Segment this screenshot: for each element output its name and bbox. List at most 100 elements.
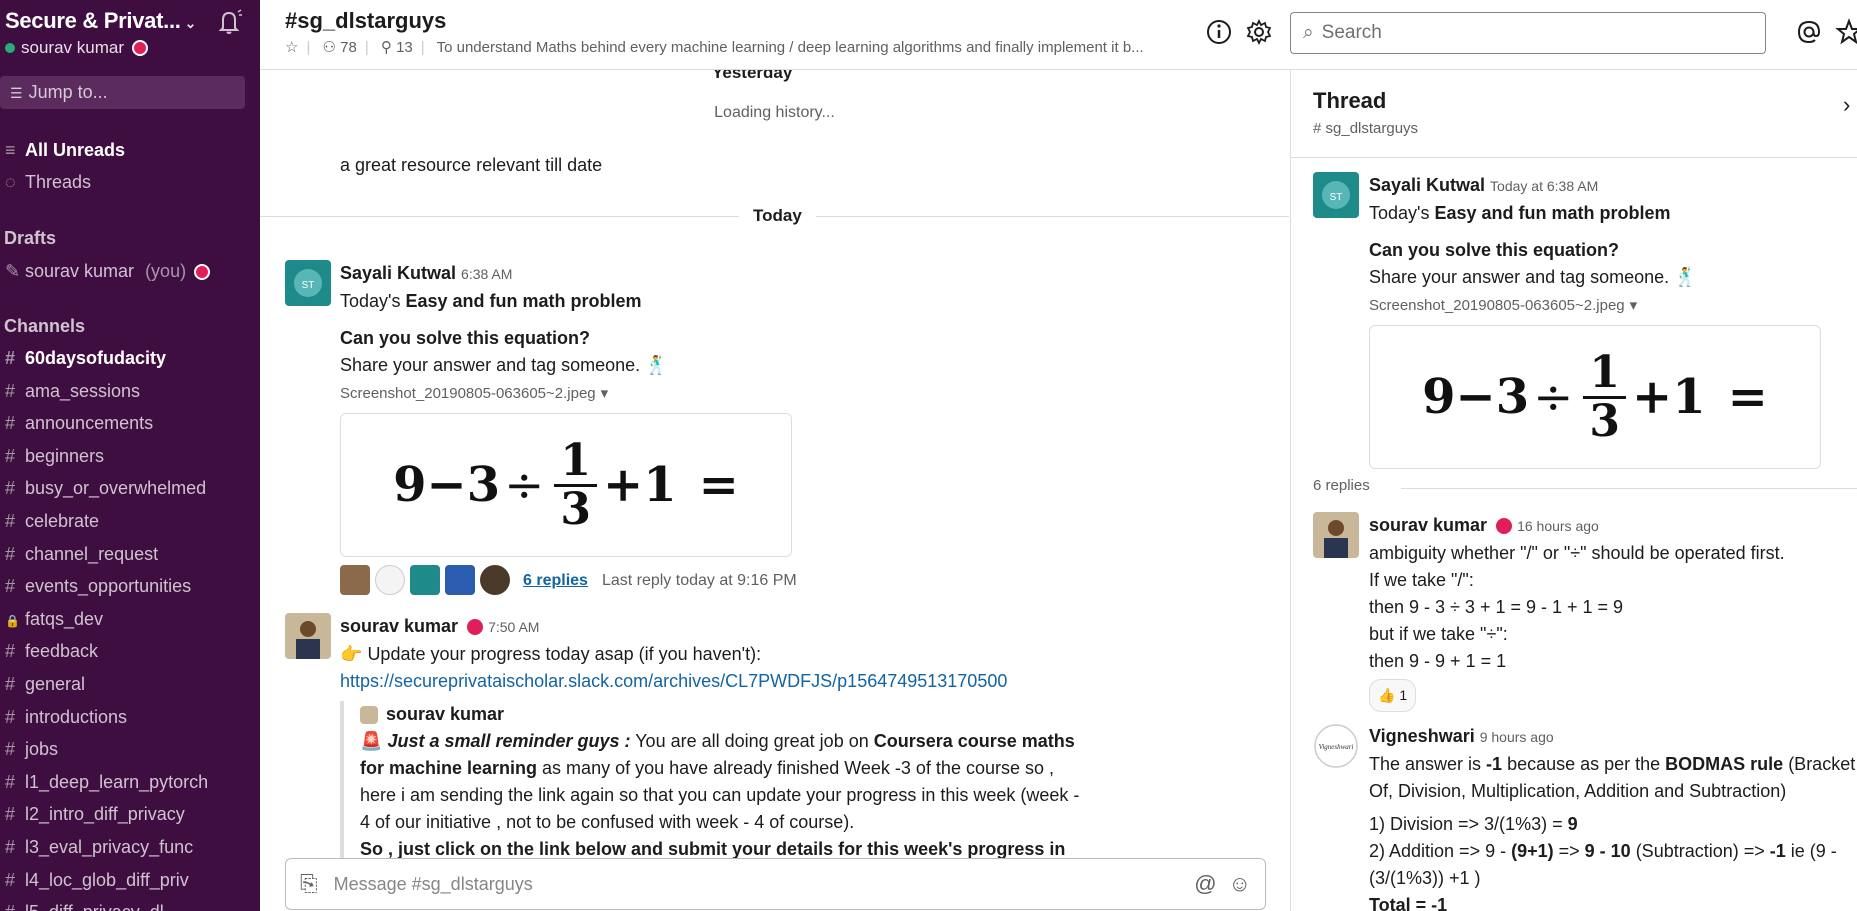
caret-down-icon[interactable]: ▾	[1630, 297, 1638, 314]
siren-icon: 🚨	[360, 731, 383, 751]
eq-op: ÷	[1533, 368, 1574, 425]
sender-name[interactable]: sourav kumar	[1369, 515, 1487, 535]
sender-name[interactable]: Sayali Kutwal	[340, 263, 456, 283]
sidebar-item-label: introductions	[25, 706, 128, 727]
hash-icon: #	[5, 478, 16, 499]
member-count[interactable]: 78	[340, 39, 357, 56]
sidebar-channel-l2-intro-diff-privacy[interactable]: # l2_intro_diff_privacy	[5, 804, 185, 825]
eq-numerator: 1	[1583, 349, 1627, 399]
sidebar-channel-l1-deep-learn-pytorch[interactable]: # l1_deep_learn_pytorch	[5, 772, 208, 793]
reaction-thumbs-up[interactable]: 👍 1	[1369, 679, 1417, 712]
sidebar-channel-jobs[interactable]: # jobs	[5, 739, 58, 760]
thread-summary[interactable]: 6 replies Last reply today at 9:16 PM	[340, 565, 1240, 595]
message-text: Today's	[340, 291, 406, 311]
sender-name[interactable]: sourav kumar	[340, 616, 458, 636]
message-text: Today's	[1369, 203, 1435, 223]
sidebar-channel-introductions[interactable]: # introductions	[5, 707, 127, 728]
sidebar-channel-busy-or-overwhelmed[interactable]: # busy_or_overwhelmed	[5, 478, 206, 499]
jump-to-button[interactable]: ☰ Jump to...	[0, 76, 245, 109]
timestamp[interactable]: Today at 6:38 AM	[1490, 178, 1598, 194]
svg-text:ST: ST	[302, 280, 315, 291]
eq-op: −	[426, 456, 467, 513]
file-name[interactable]: Screenshot_20190805-063605~2.jpeg	[340, 385, 596, 402]
equation-image[interactable]: 9−3 ÷ 13 +1 =	[1369, 325, 1821, 469]
sidebar-channel-l3-eval-privacy-func[interactable]: # l3_eval_privacy_func	[5, 837, 193, 858]
search-input[interactable]	[1321, 22, 1722, 44]
sidebar-channel-l4-loc-glob-diff-priv[interactable]: # l4_loc_glob_diff_priv	[5, 870, 189, 891]
sidebar-channel-fatqs-dev[interactable]: 🔒 fatqs_dev	[5, 609, 103, 630]
avatar[interactable]	[285, 613, 331, 659]
pin-icon[interactable]: ⚲	[381, 39, 392, 56]
sender-name[interactable]: Sayali Kutwal	[1369, 175, 1485, 195]
timestamp[interactable]: 6:38 AM	[461, 266, 512, 282]
sidebar-channel-l5-diff-privacy-dl[interactable]: #l5_diff_privacy_dl	[5, 902, 164, 911]
channel-topic[interactable]: To understand Maths behind every machine…	[437, 39, 1144, 56]
sidebar-item-draft[interactable]: ✎ sourav kumar (you)	[5, 261, 211, 282]
avatar[interactable]: ST	[1313, 172, 1359, 218]
sidebar-channel-beginners[interactable]: # beginners	[5, 446, 104, 467]
avatar[interactable]	[1313, 512, 1359, 558]
message-text: Can you solve this equation?	[1369, 240, 1620, 260]
channel-title[interactable]: #sg_dlstarguys	[285, 8, 446, 34]
thread-channel[interactable]: # sg_dlstarguys	[1313, 120, 1418, 137]
members-icon[interactable]: ⚇	[323, 39, 336, 56]
avatar[interactable]: Vigneshwari	[1313, 723, 1359, 769]
sidebar-channel-announcements[interactable]: # announcements	[5, 413, 153, 434]
gear-icon[interactable]	[1245, 18, 1273, 46]
mentions-icon[interactable]	[1795, 18, 1823, 46]
sidebar-channel-60daysofudacity[interactable]: #60daysofudacity	[5, 348, 166, 369]
sidebar-item-all-unreads[interactable]: ≡ All Unreads	[5, 140, 125, 161]
hash-icon: #	[5, 511, 16, 531]
info-icon[interactable]	[1205, 18, 1233, 46]
eq-op: =	[698, 456, 739, 513]
timestamp[interactable]: 7:50 AM	[488, 619, 539, 635]
close-icon[interactable]: ›	[1843, 92, 1850, 118]
sidebar-channel-channel-request[interactable]: # channel_request	[5, 544, 158, 565]
sidebar-item-label: general	[25, 674, 86, 694]
file-name[interactable]: Screenshot_20190805-063605~2.jpeg	[1369, 297, 1625, 314]
chevron-down-icon[interactable]: ⌄	[185, 15, 197, 31]
star-saved-icon[interactable]	[1835, 18, 1857, 46]
caret-down-icon[interactable]: ▾	[601, 385, 609, 402]
timestamp[interactable]: 16 hours ago	[1517, 518, 1599, 534]
day-divider-yesterday: Yesterday	[698, 70, 807, 83]
threads-icon: ◌	[5, 172, 16, 192]
eq-term: 9	[1422, 368, 1456, 425]
sender-name[interactable]: Vigneshwari	[1369, 726, 1475, 746]
avatar[interactable]: ST	[285, 260, 331, 306]
lock-icon: 🔒	[5, 613, 20, 628]
message-text: but if we take "÷":	[1369, 624, 1508, 644]
equation: 9−3 ÷ 13 +1 =	[393, 437, 739, 533]
workspace-name[interactable]: Secure & Privat... ⌄	[5, 8, 196, 34]
message-link[interactable]: https://secureprivataischolar.slack.com/…	[340, 668, 1240, 695]
message-text-bold: 9 - 10	[1584, 841, 1631, 861]
sidebar-channel-general[interactable]: # general	[5, 674, 85, 695]
sidebar-channel-feedback[interactable]: # feedback	[5, 641, 98, 662]
emoji-icon[interactable]: ☺	[1229, 871, 1251, 897]
sidebar-item-label: jobs	[25, 739, 59, 760]
message-text: 2) Addition => 9 -	[1369, 841, 1512, 861]
message-input[interactable]	[333, 873, 1195, 895]
search-box[interactable]: ⌕	[1290, 12, 1766, 54]
timestamp[interactable]: 9 hours ago	[1480, 729, 1554, 745]
equation-image[interactable]: 9−3 ÷ 13 +1 =	[340, 413, 792, 557]
sidebar-channel-events-opportunities[interactable]: # events_opportunities	[5, 576, 191, 597]
drafts-heading[interactable]: Drafts	[4, 228, 56, 249]
message-composer[interactable]: ⎘ @ ☺	[285, 858, 1266, 910]
pin-count[interactable]: 13	[396, 39, 413, 56]
channels-heading[interactable]: Channels	[4, 316, 85, 337]
sidebar-channel-celebrate[interactable]: # celebrate	[5, 511, 99, 532]
message-body: Sayali Kutwal Today at 6:38 AM Today's Ea…	[1369, 172, 1857, 469]
star-icon[interactable]: ☆	[285, 39, 298, 56]
message-text: The answer is	[1369, 754, 1487, 774]
notification-bell-icon[interactable]	[214, 8, 244, 36]
sidebar-item-label: celebrate	[25, 511, 100, 531]
sidebar-channel-ama-sessions[interactable]: # ama_sessions	[5, 381, 140, 402]
sidebar-item-label: events_opportunities	[25, 576, 192, 597]
mention-icon[interactable]: @	[1194, 871, 1216, 897]
replies-link[interactable]: 6 replies	[523, 567, 588, 594]
sidebar-item-threads[interactable]: ◌ Threads	[5, 172, 91, 193]
paperclip-icon[interactable]: ⎘	[300, 871, 318, 897]
current-user[interactable]: sourav kumar	[5, 38, 148, 58]
sender-name[interactable]: sourav kumar	[386, 704, 504, 724]
